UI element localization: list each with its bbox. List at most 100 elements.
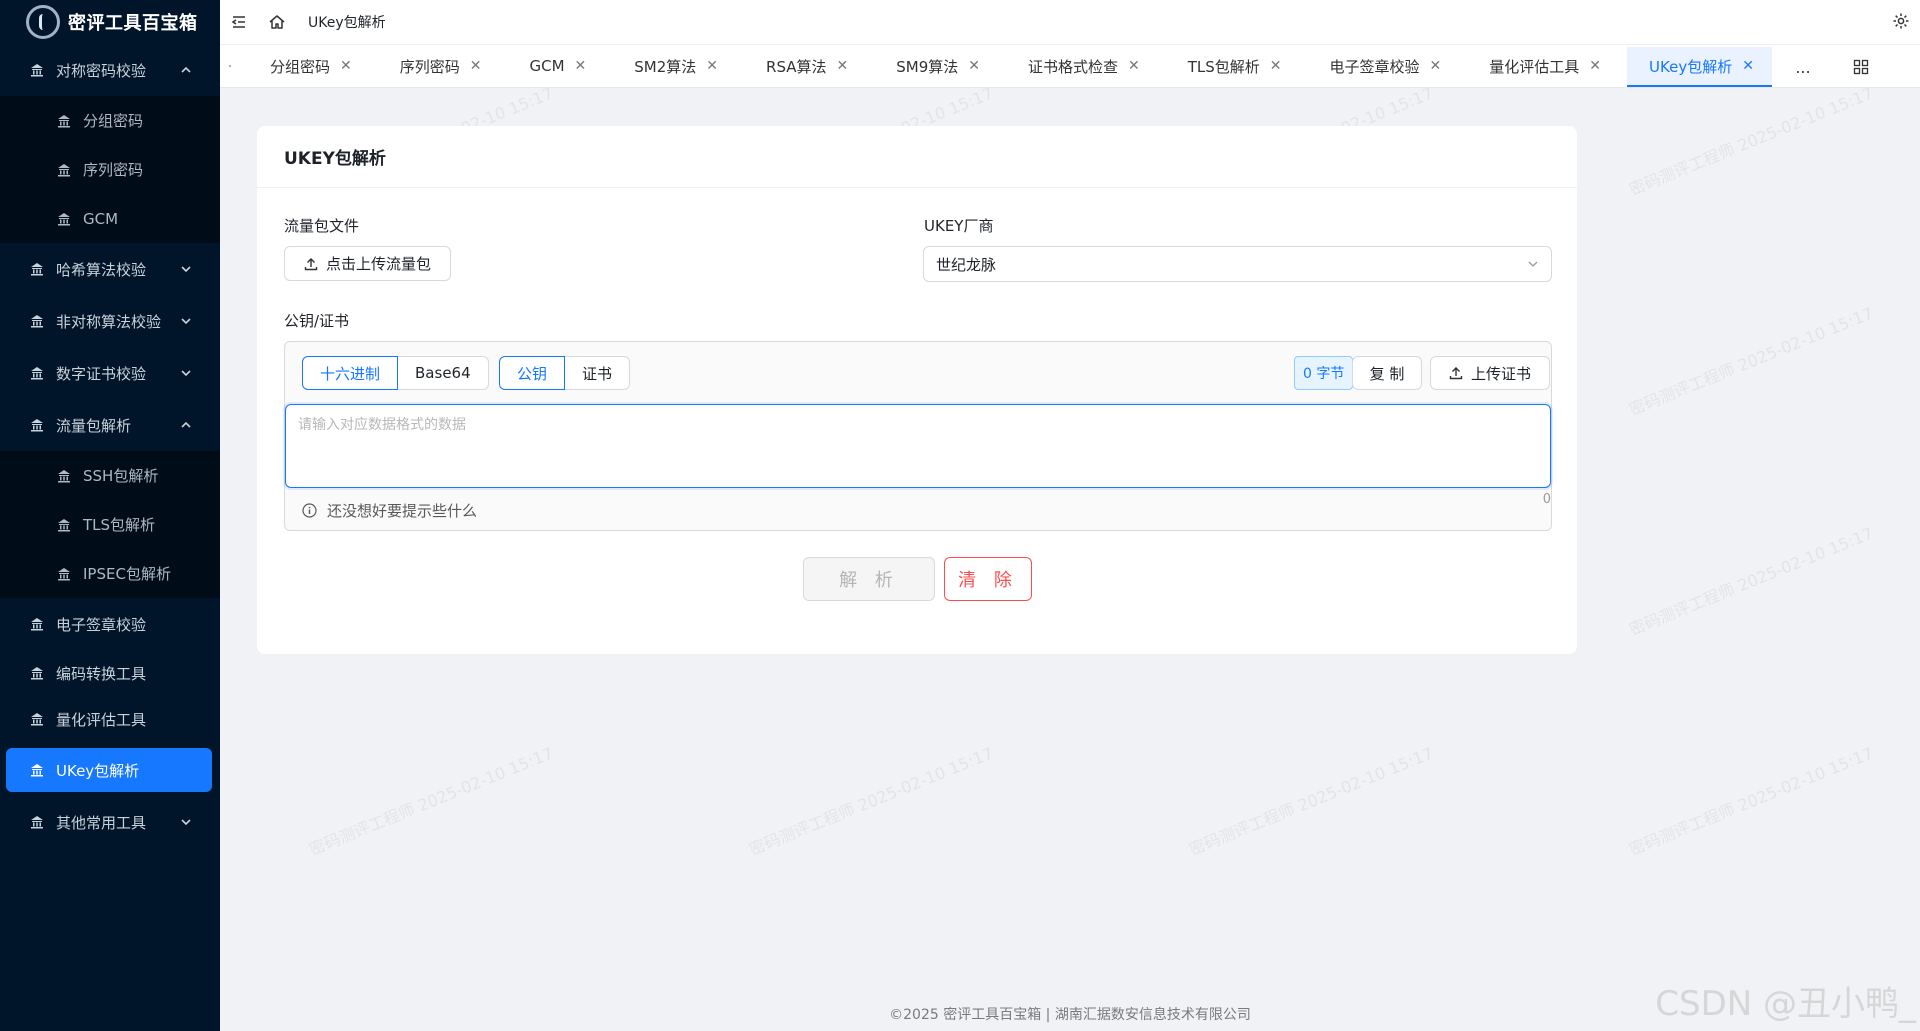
- tab-label: 序列密码: [399, 57, 460, 76]
- format-hex-option[interactable]: 十六进制: [302, 356, 399, 390]
- sidebar-item-label: 分组密码: [83, 112, 144, 130]
- sidebar-item-label: UKey包解析: [56, 761, 140, 780]
- bank-icon: [30, 262, 44, 276]
- submenu-traffic: SSH包解析 TLS包解析 IPSEC包解析: [0, 451, 220, 598]
- upload-cert-button[interactable]: 上传证书: [1430, 356, 1550, 390]
- sidebar-item-block-cipher[interactable]: 分组密码: [0, 96, 220, 145]
- byte-count-badge: 0 字节: [1294, 356, 1354, 390]
- sidebar-item-ukey[interactable]: UKey包解析: [6, 748, 212, 792]
- grid-icon[interactable]: [1838, 47, 1884, 87]
- sidebar-item-stream-cipher[interactable]: 序列密码: [0, 145, 220, 194]
- tab-quantify[interactable]: 量化评估工具 ✕: [1459, 47, 1619, 87]
- sidebar-item-label: SSH包解析: [83, 467, 159, 485]
- csdn-watermark: CSDN @丑小鸭_: [1655, 984, 1916, 1024]
- upload-cert-label: 上传证书: [1470, 364, 1531, 383]
- copy-button[interactable]: 复 制: [1352, 356, 1422, 390]
- type-toggle: 公钥 证书: [499, 356, 631, 390]
- hint-text: 还没想好要提示些什么: [327, 502, 478, 520]
- type-certificate-option[interactable]: 证书: [565, 356, 631, 390]
- close-icon[interactable]: ✕: [575, 58, 587, 74]
- tab-sm2[interactable]: SM2算法 ✕: [604, 47, 736, 87]
- app-title: 密评工具百宝箱: [68, 13, 198, 34]
- char-count: 0: [1542, 492, 1551, 507]
- tab-ukey[interactable]: UKey包解析 ✕: [1627, 47, 1772, 87]
- close-icon[interactable]: ✕: [1589, 58, 1601, 74]
- close-icon[interactable]: ✕: [470, 58, 482, 74]
- menu-group-label: 其他常用工具: [56, 813, 147, 832]
- sidebar-item-tls[interactable]: TLS包解析: [0, 500, 220, 549]
- tab-e-seal[interactable]: 电子签章校验 ✕: [1300, 47, 1460, 87]
- close-icon[interactable]: ✕: [340, 58, 352, 74]
- menu-group-certificate[interactable]: 数字证书校验: [0, 347, 220, 399]
- type-public-key-option[interactable]: 公钥: [499, 356, 566, 390]
- sidebar-item-encoding[interactable]: 编码转换工具: [0, 650, 220, 696]
- menu-group-hash[interactable]: 哈希算法校验: [0, 243, 220, 295]
- close-icon[interactable]: ✕: [968, 58, 980, 74]
- close-icon[interactable]: ✕: [1128, 58, 1140, 74]
- close-icon[interactable]: ✕: [1270, 58, 1282, 74]
- menu-group-traffic[interactable]: 流量包解析: [0, 399, 220, 451]
- menu-group-asymmetric[interactable]: 非对称算法校验: [0, 295, 220, 347]
- bank-icon: [30, 712, 44, 726]
- sidebar-item-label: TLS包解析: [83, 516, 156, 534]
- close-icon[interactable]: ✕: [1742, 58, 1754, 74]
- clear-button[interactable]: 清 除: [944, 557, 1032, 601]
- chevron-down-icon: [180, 263, 192, 275]
- sidebar-item-label: 序列密码: [83, 161, 144, 179]
- vendor-select-value: 世纪龙脉: [936, 255, 997, 274]
- bank-icon: [57, 212, 71, 226]
- vendor-select[interactable]: 世纪龙脉: [923, 246, 1552, 282]
- close-icon[interactable]: ✕: [837, 58, 849, 74]
- menu-group-label: 哈希算法校验: [56, 260, 147, 279]
- menu-group-label: 数字证书校验: [56, 364, 147, 383]
- sidebar-item-quantify[interactable]: 量化评估工具: [0, 696, 220, 742]
- chevron-down-icon: [1527, 258, 1539, 270]
- tab-scroll-left[interactable]: ·: [220, 47, 240, 87]
- sidebar-item-ssh[interactable]: SSH包解析: [0, 451, 220, 500]
- logo-icon: [26, 5, 60, 39]
- chevron-down-icon: [180, 816, 192, 828]
- bank-icon: [30, 63, 44, 77]
- tab-stream-cipher[interactable]: 序列密码 ✕: [370, 47, 500, 87]
- info-icon: [302, 503, 317, 518]
- sidebar-item-ipsec[interactable]: IPSEC包解析: [0, 549, 220, 598]
- tab-rsa[interactable]: RSA算法 ✕: [736, 47, 866, 87]
- bank-icon: [57, 163, 71, 177]
- breadcrumb: UKey包解析: [308, 15, 386, 31]
- key-data-textarea[interactable]: 请输入对应数据格式的数据: [285, 404, 1551, 488]
- top-header: UKey包解析: [220, 0, 1920, 44]
- menu-fold-icon[interactable]: [230, 13, 248, 31]
- menu-group-symmetric[interactable]: 对称密码校验: [0, 44, 220, 96]
- close-icon[interactable]: ✕: [1430, 58, 1442, 74]
- upload-traffic-button[interactable]: 点击上传流量包: [284, 246, 451, 281]
- home-icon[interactable]: [268, 13, 286, 31]
- menu-group-label: 流量包解析: [56, 416, 132, 435]
- chevron-down-icon: [180, 367, 192, 379]
- sidebar-item-e-seal[interactable]: 电子签章校验: [0, 598, 220, 650]
- menu-group-other[interactable]: 其他常用工具: [0, 796, 220, 848]
- tab-gcm[interactable]: GCM ✕: [500, 47, 605, 87]
- close-icon[interactable]: ✕: [706, 58, 718, 74]
- menu-group-label: 非对称算法校验: [56, 312, 162, 331]
- menu-group-label: 对称密码校验: [56, 61, 147, 80]
- format-base64-option[interactable]: Base64: [398, 356, 489, 390]
- tab-sm9[interactable]: SM9算法 ✕: [866, 47, 998, 87]
- sidebar-item-gcm[interactable]: GCM: [0, 194, 220, 243]
- tab-tls[interactable]: TLS包解析 ✕: [1158, 47, 1300, 87]
- app-logo[interactable]: 密评工具百宝箱: [0, 0, 220, 44]
- watermark-text: 密码测评工程师 2025-02-10 15:17: [306, 743, 556, 860]
- gear-icon[interactable]: [1892, 12, 1910, 30]
- watermark-text: 密码测评工程师 2025-02-10 15:17: [1626, 88, 1876, 200]
- tab-label: 电子签章校验: [1329, 57, 1420, 76]
- key-cert-editor: 十六进制 Base64 公钥 证书 0 字节 复 制 上传证书 请输入对应数据格…: [284, 341, 1552, 531]
- tab-block-cipher[interactable]: 分组密码 ✕: [240, 47, 370, 87]
- menu-group-label: 编码转换工具: [56, 664, 147, 683]
- bank-icon: [57, 114, 71, 128]
- bank-icon: [57, 567, 71, 581]
- tab-label: SM9算法: [896, 57, 959, 76]
- ukey-parse-card: UKEY包解析 流量包文件 点击上传流量包 UKEY厂商 世纪龙脉 公钥/证书 …: [257, 126, 1577, 654]
- menu-group-label: 电子签章校验: [56, 615, 147, 634]
- tab-cert-format[interactable]: 证书格式检查 ✕: [998, 47, 1158, 87]
- tab-more-button[interactable]: ...: [1780, 47, 1826, 87]
- parse-button[interactable]: 解 析: [803, 557, 935, 601]
